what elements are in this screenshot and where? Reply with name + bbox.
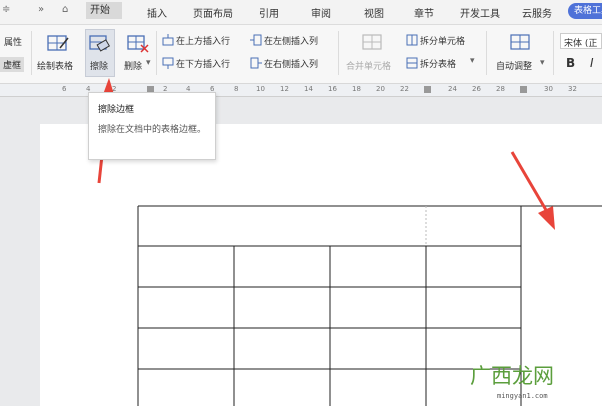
watermark-logo: 广西龙网 [470,364,554,388]
watermark-url: mingyan1.com [497,392,548,400]
document-table[interactable] [0,0,602,406]
eraser-tooltip: 擦除边框 擦除在文档中的表格边框。 [88,92,216,160]
tooltip-title: 擦除边框 [98,105,135,115]
tooltip-body: 擦除在文档中的表格边框。 [98,125,207,135]
